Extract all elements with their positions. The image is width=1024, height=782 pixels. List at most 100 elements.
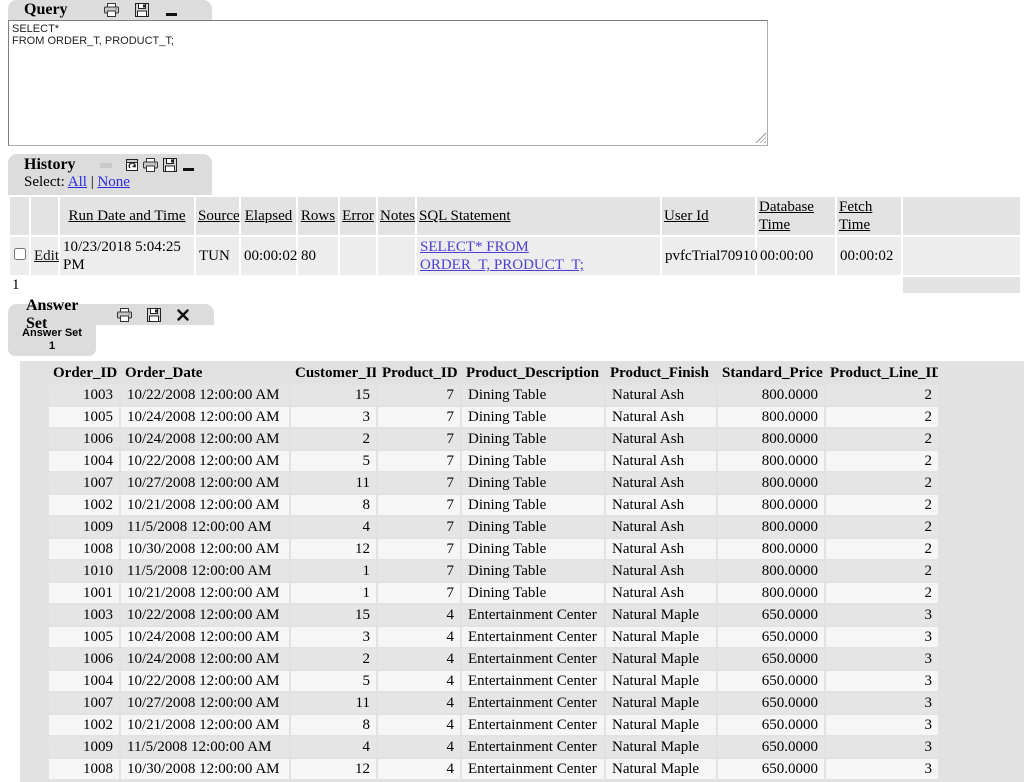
table-cell: 15: [291, 385, 376, 405]
row-selector-cell[interactable]: [22, 451, 47, 471]
table-cell: Natural Ash: [606, 473, 716, 493]
column-header-order_date: Order_Date: [121, 363, 289, 383]
print-icon[interactable]: [104, 3, 120, 18]
table-cell: 1: [291, 583, 376, 603]
table-cell: Natural Maple: [606, 671, 716, 691]
column-header-source[interactable]: Source: [196, 197, 240, 235]
row-selector-cell[interactable]: [22, 473, 47, 493]
table-cell: 650.0000: [718, 759, 824, 779]
sql-statement-link[interactable]: SELECT* FROM ORDER_T, PRODUCT_T;: [420, 238, 596, 274]
error-cell: [340, 237, 376, 275]
filler-column-header: [903, 197, 1020, 235]
row-selector-cell[interactable]: [22, 715, 47, 735]
table-cell: 1010: [49, 561, 119, 581]
column-header-run-date[interactable]: Run Date and Time: [60, 197, 194, 235]
row-selector-cell[interactable]: [22, 429, 47, 449]
column-header-error[interactable]: Error: [340, 197, 376, 235]
row-selector-cell[interactable]: [22, 693, 47, 713]
table-cell: 800.0000: [718, 407, 824, 427]
table-cell: Natural Maple: [606, 737, 716, 757]
table-cell: 800.0000: [718, 429, 824, 449]
table-cell: Entertainment Center: [462, 715, 604, 735]
save-icon[interactable]: [134, 3, 150, 18]
save-icon[interactable]: [162, 158, 178, 173]
row-selector-cell[interactable]: [22, 561, 47, 581]
table-cell: 3: [291, 627, 376, 647]
table-cell: 650.0000: [718, 627, 824, 647]
table-cell: Dining Table: [462, 539, 604, 559]
select-all-link[interactable]: All: [68, 174, 87, 190]
table-cell: Natural Maple: [606, 693, 716, 713]
sql-query-input[interactable]: SELECT* FROM ORDER_T, PRODUCT_T;: [8, 20, 768, 146]
table-cell: 800.0000: [718, 451, 824, 471]
column-header-sql-statement[interactable]: SQL Statement: [417, 197, 660, 235]
row-selector-cell[interactable]: [22, 539, 47, 559]
table-cell: 1008: [49, 539, 119, 559]
table-cell: 800.0000: [718, 539, 824, 559]
column-header-user-id[interactable]: User Id: [662, 197, 755, 235]
print-icon[interactable]: [143, 158, 159, 173]
table-cell: Natural Maple: [606, 649, 716, 669]
table-cell: 10/27/2008 12:00:00 AM: [121, 693, 289, 713]
row-selector-cell[interactable]: [22, 517, 47, 537]
table-row: 1001 10/21/2008 12:00:00 AM 1 7 Dining Table…: [22, 583, 938, 603]
row-selector-cell[interactable]: [22, 495, 47, 515]
table-row: 1009 11/5/2008 12:00:00 AM 4 4 Entertainment…: [22, 737, 938, 757]
table-cell: Dining Table: [462, 451, 604, 471]
table-cell: 10/22/2008 12:00:00 AM: [121, 671, 289, 691]
history-header-row: Run Date and Time Source Elapsed Rows Er…: [10, 197, 1020, 235]
table-cell: 10/22/2008 12:00:00 AM: [121, 605, 289, 625]
table-cell: 10/24/2008 12:00:00 AM: [121, 649, 289, 669]
answer-set-area: Order_ID Order_Date Customer_ID Product_ID P…: [20, 361, 1024, 782]
row-selector-cell[interactable]: [22, 759, 47, 779]
table-cell: Dining Table: [462, 473, 604, 493]
table-cell: 1007: [49, 693, 119, 713]
column-header-fetch-time[interactable]: Fetch Time: [837, 197, 901, 235]
table-cell: 4: [378, 737, 460, 757]
column-header-order_id: Order_ID: [49, 363, 119, 383]
select-label: Select:: [24, 174, 65, 190]
new-window-icon[interactable]: [124, 158, 140, 173]
query-panel: Query SELECT* FROM ORDER_T, PRODUCT_T;: [0, 0, 1024, 146]
table-cell: 7: [378, 495, 460, 515]
table-cell: 3: [826, 649, 938, 669]
row-selector-cell[interactable]: [22, 583, 47, 603]
row-selector-cell[interactable]: [22, 671, 47, 691]
table-cell: 800.0000: [718, 583, 824, 603]
history-row: Edit 10/23/2018 5:04:25 PM TUN 00:00:02 …: [10, 237, 1020, 275]
table-cell: 4: [378, 693, 460, 713]
table-cell: 650.0000: [718, 649, 824, 669]
row-selector-cell[interactable]: [22, 627, 47, 647]
column-header-product_id: Product_ID: [378, 363, 460, 383]
column-header-rows[interactable]: Rows: [298, 197, 338, 235]
table-cell: 15: [291, 605, 376, 625]
column-header-notes[interactable]: Notes: [378, 197, 415, 235]
print-icon[interactable]: [117, 307, 133, 322]
row-selector-cell[interactable]: [22, 649, 47, 669]
row-selector-cell[interactable]: [22, 605, 47, 625]
row-selector-cell[interactable]: [22, 385, 47, 405]
table-cell: 3: [826, 715, 938, 735]
select-none-link[interactable]: None: [97, 174, 130, 190]
save-icon[interactable]: [147, 307, 162, 322]
edit-link[interactable]: Edit: [34, 248, 59, 264]
row-selector-cell[interactable]: [22, 407, 47, 427]
disabled-dash-icon: [98, 158, 114, 173]
column-header-product_line_id: Product_Line_ID: [826, 363, 938, 383]
table-cell: 10/30/2008 12:00:00 AM: [121, 759, 289, 779]
history-panel-header: History Select: All | None: [8, 154, 212, 195]
minimize-icon[interactable]: [164, 3, 180, 18]
column-header-elapsed[interactable]: Elapsed: [241, 197, 296, 235]
row-checkbox[interactable]: [14, 248, 26, 260]
database-time-cell: 00:00:00: [757, 237, 835, 275]
table-cell: 3: [826, 693, 938, 713]
table-cell: Natural Ash: [606, 517, 716, 537]
row-selector-cell[interactable]: [22, 737, 47, 757]
table-cell: 8: [291, 715, 376, 735]
minimize-icon[interactable]: [181, 158, 197, 173]
notes-cell: [378, 237, 415, 275]
close-icon[interactable]: [176, 307, 189, 322]
table-cell: Dining Table: [462, 583, 604, 603]
column-header-database-time[interactable]: Database Time: [757, 197, 835, 235]
minimize-bar: [166, 12, 178, 16]
